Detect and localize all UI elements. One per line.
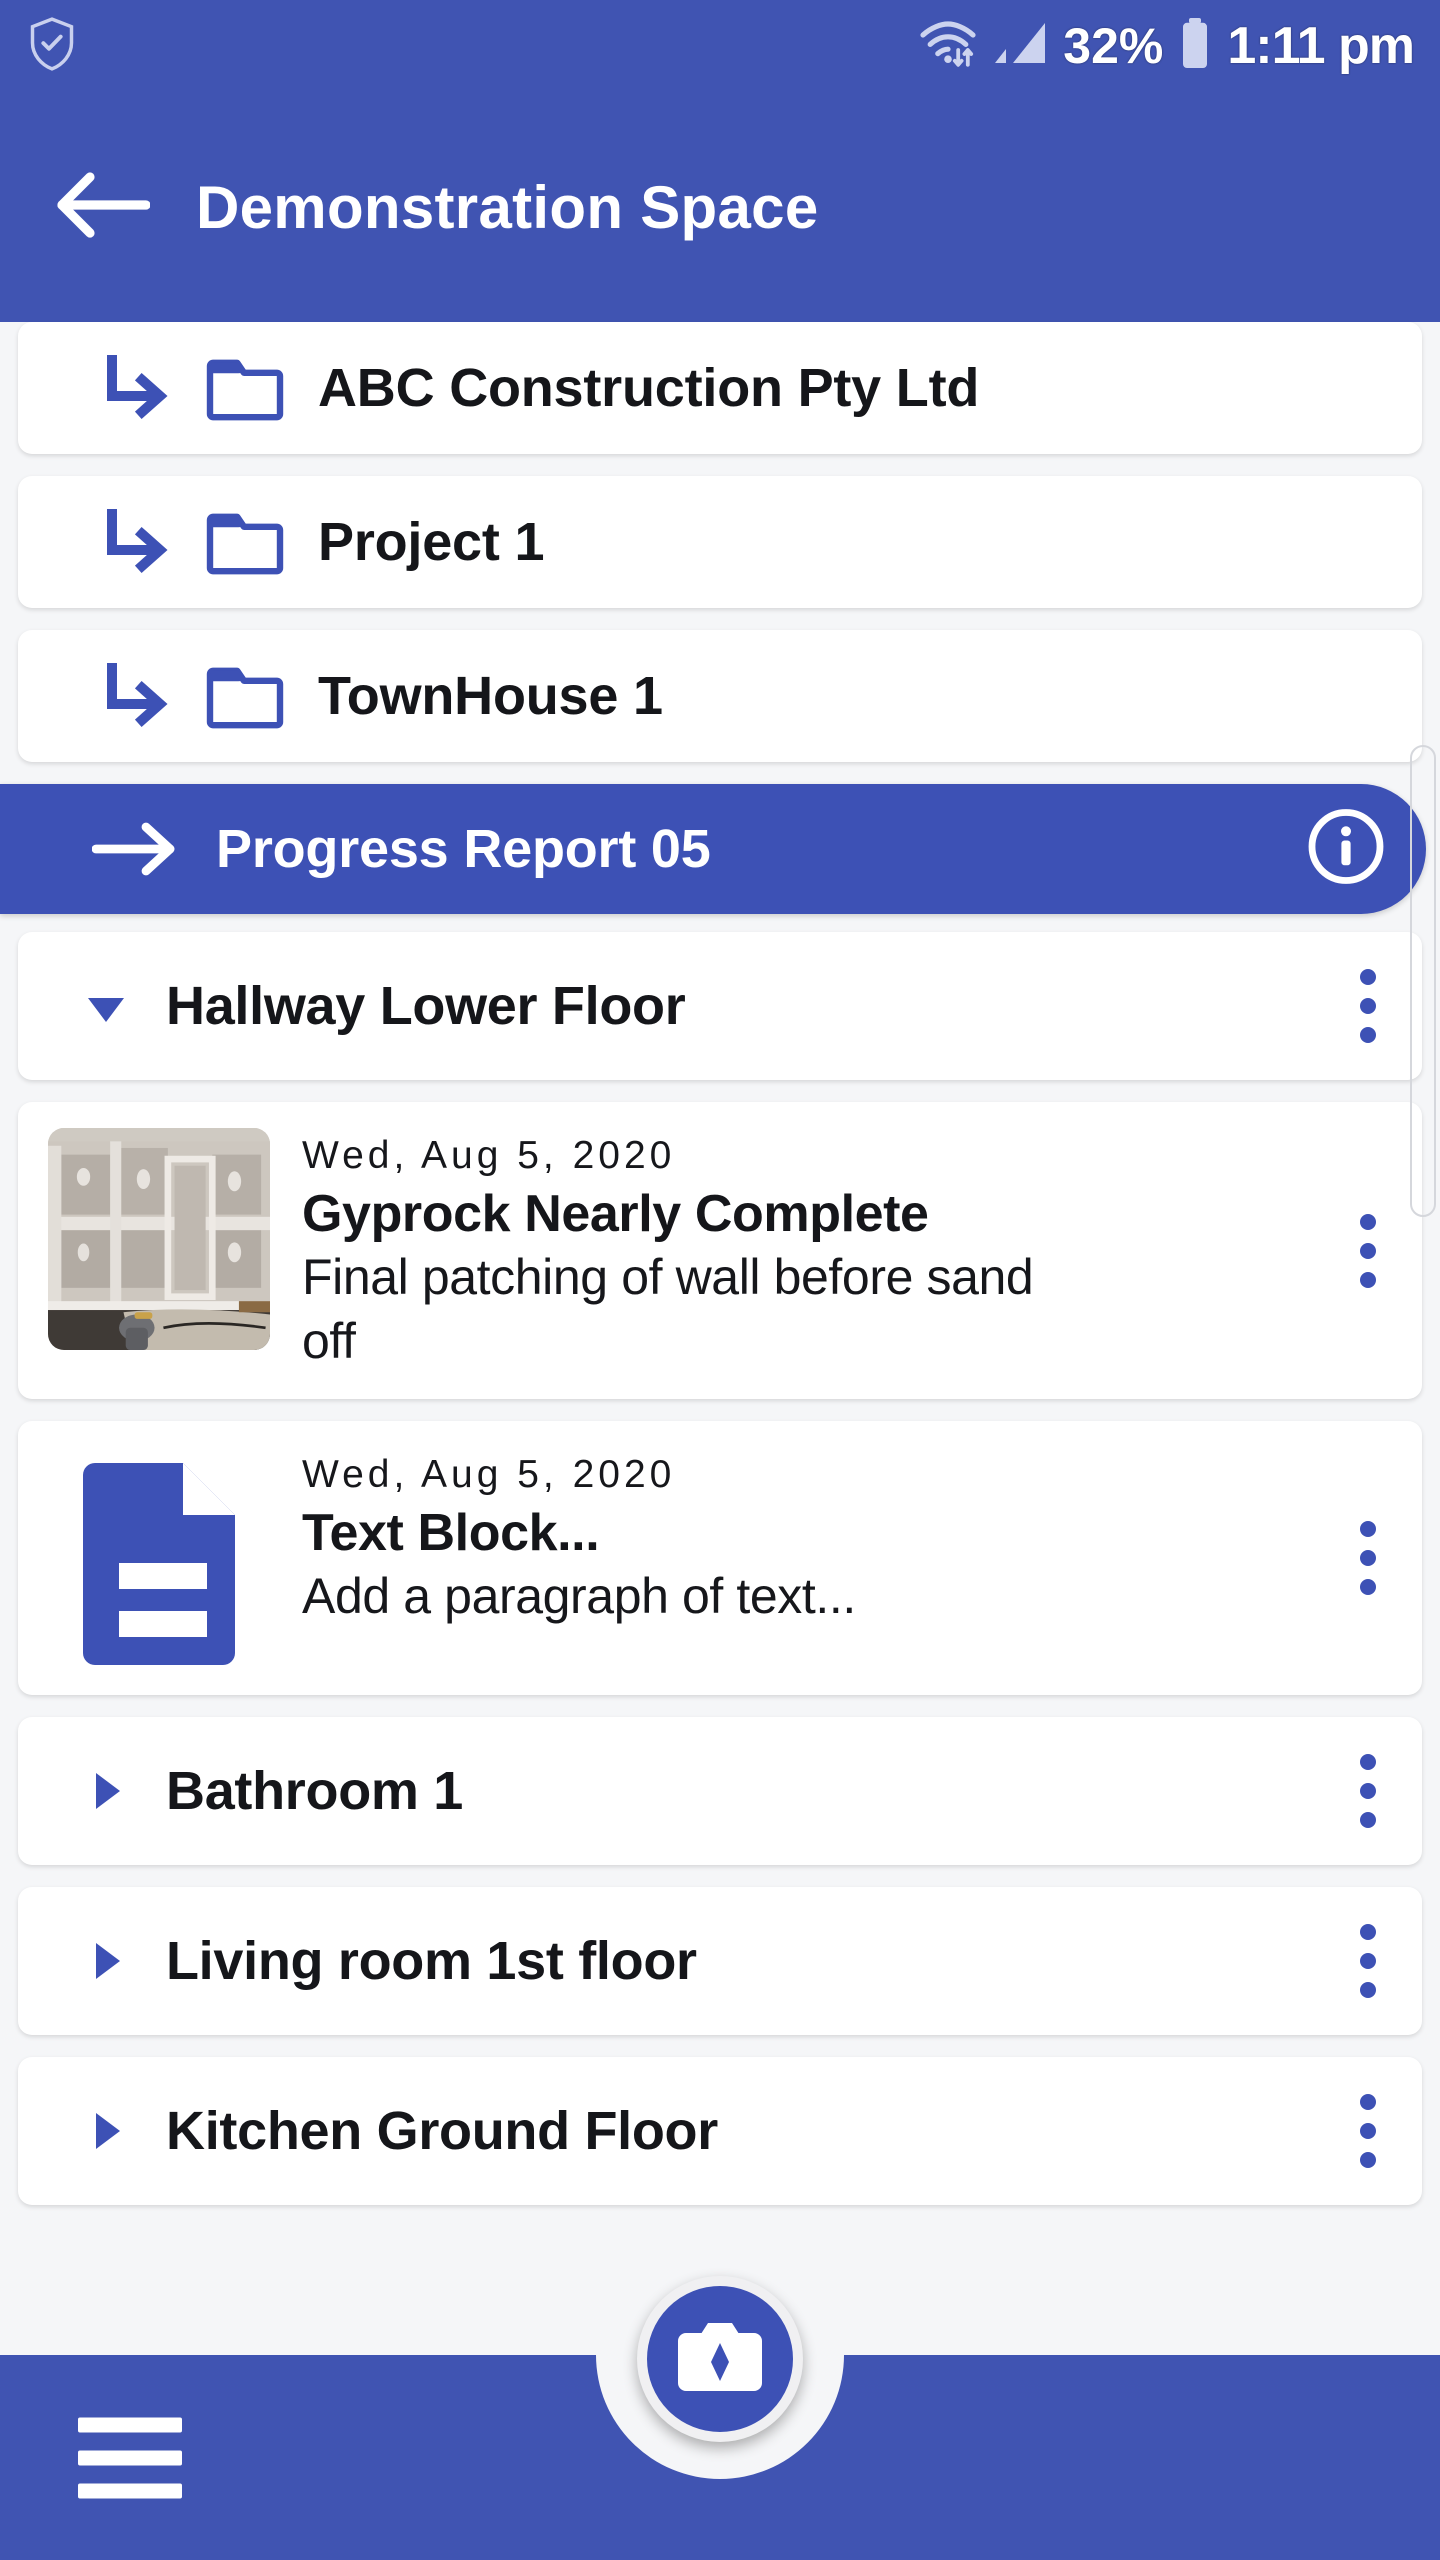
breadcrumb-item-townhouse-1[interactable]: TownHouse 1 bbox=[18, 630, 1422, 762]
vertical-scrollbar[interactable] bbox=[1410, 745, 1436, 1217]
section-label: Living room 1st floor bbox=[166, 1931, 697, 1992]
subdirectory-arrow-icon bbox=[98, 660, 170, 732]
page-title: Demonstration Space bbox=[196, 173, 819, 241]
kebab-menu-icon[interactable] bbox=[1360, 1521, 1376, 1596]
kebab-menu-icon[interactable] bbox=[1360, 1754, 1376, 1829]
content-list: ABC Construction Pty Ltd Project 1 TownH… bbox=[0, 322, 1440, 2356]
hamburger-menu-icon[interactable] bbox=[78, 2417, 182, 2498]
kebab-menu-icon[interactable] bbox=[1360, 1924, 1376, 1999]
breadcrumb-item-abc-construction[interactable]: ABC Construction Pty Ltd bbox=[18, 322, 1422, 454]
triangle-down-icon[interactable] bbox=[80, 980, 132, 1032]
entry-description: Add a paragraph of text... bbox=[302, 1568, 856, 1625]
section-label: Kitchen Ground Floor bbox=[166, 2101, 718, 2162]
entry-date: Wed, Aug 5, 2020 bbox=[302, 1134, 676, 1177]
breadcrumb-label: Project 1 bbox=[318, 512, 545, 572]
wifi-icon bbox=[917, 18, 979, 75]
triangle-right-icon[interactable] bbox=[80, 1935, 132, 1987]
section-header-hallway-lower-floor[interactable]: Hallway Lower Floor bbox=[18, 932, 1422, 1080]
entry-date: Wed, Aug 5, 2020 bbox=[302, 1453, 676, 1497]
folder-icon bbox=[204, 508, 286, 576]
entry-description: Final patching of wall before sand off bbox=[302, 1249, 1034, 1370]
breadcrumb-item-project-1[interactable]: Project 1 bbox=[18, 476, 1422, 608]
subdirectory-arrow-icon bbox=[98, 352, 170, 424]
selected-item-progress-report[interactable]: Progress Report 05 bbox=[0, 784, 1426, 914]
entry-title: Gyprock Nearly Complete bbox=[302, 1184, 929, 1243]
clock-label: 1:11 pm bbox=[1227, 17, 1415, 75]
subdirectory-arrow-icon bbox=[98, 506, 170, 578]
camera-icon bbox=[674, 2317, 766, 2402]
status-bar-left bbox=[26, 15, 78, 78]
breadcrumb-label: ABC Construction Pty Ltd bbox=[318, 358, 980, 418]
cellular-signal-icon bbox=[993, 19, 1049, 74]
right-arrow-icon bbox=[92, 819, 178, 879]
entry-body: Wed, Aug 5, 2020 Gyprock Nearly Complete… bbox=[302, 1128, 1392, 1373]
app-screen: 32% 1:11 pm Demonstration Space ABC Cons… bbox=[0, 0, 1440, 2560]
entry-body: Wed, Aug 5, 2020 Text Block... Add a par… bbox=[302, 1447, 1392, 1628]
section-label: Hallway Lower Floor bbox=[166, 976, 686, 1036]
entry-card-text-block[interactable]: Wed, Aug 5, 2020 Text Block... Add a par… bbox=[18, 1421, 1422, 1696]
entry-title: Text Block... bbox=[302, 1504, 600, 1563]
battery-percent-label: 32% bbox=[1063, 18, 1164, 74]
section-header-bathroom-1[interactable]: Bathroom 1 bbox=[18, 1717, 1422, 1866]
app-bar: Demonstration Space bbox=[0, 92, 1440, 322]
folder-icon bbox=[204, 662, 286, 730]
camera-fab-button[interactable] bbox=[637, 2276, 803, 2442]
kebab-menu-icon[interactable] bbox=[1360, 969, 1376, 1043]
triangle-right-icon[interactable] bbox=[80, 1765, 132, 1817]
back-button[interactable] bbox=[54, 169, 174, 246]
section-header-kitchen-ground-floor[interactable]: Kitchen Ground Floor bbox=[18, 2057, 1422, 2206]
shield-check-icon bbox=[26, 15, 78, 78]
triangle-right-icon[interactable] bbox=[80, 2105, 132, 2157]
kebab-menu-icon[interactable] bbox=[1360, 1213, 1376, 1288]
folder-icon bbox=[204, 354, 286, 422]
battery-icon bbox=[1177, 16, 1213, 77]
section-label: Bathroom 1 bbox=[166, 1761, 464, 1822]
status-bar-right: 32% 1:11 pm bbox=[917, 16, 1415, 77]
info-circle-icon[interactable] bbox=[1306, 807, 1386, 892]
breadcrumb-label: TownHouse 1 bbox=[318, 666, 663, 726]
selected-item-label: Progress Report 05 bbox=[216, 819, 711, 879]
kebab-menu-icon[interactable] bbox=[1360, 2094, 1376, 2169]
status-bar: 32% 1:11 pm bbox=[0, 0, 1440, 92]
entry-card-photo[interactable]: Wed, Aug 5, 2020 Gyprock Nearly Complete… bbox=[18, 1102, 1422, 1400]
photo-thumbnail[interactable] bbox=[48, 1128, 270, 1350]
back-arrow-icon bbox=[54, 169, 151, 246]
document-icon bbox=[48, 1447, 270, 1669]
section-header-living-room-1st-floor[interactable]: Living room 1st floor bbox=[18, 1887, 1422, 2036]
